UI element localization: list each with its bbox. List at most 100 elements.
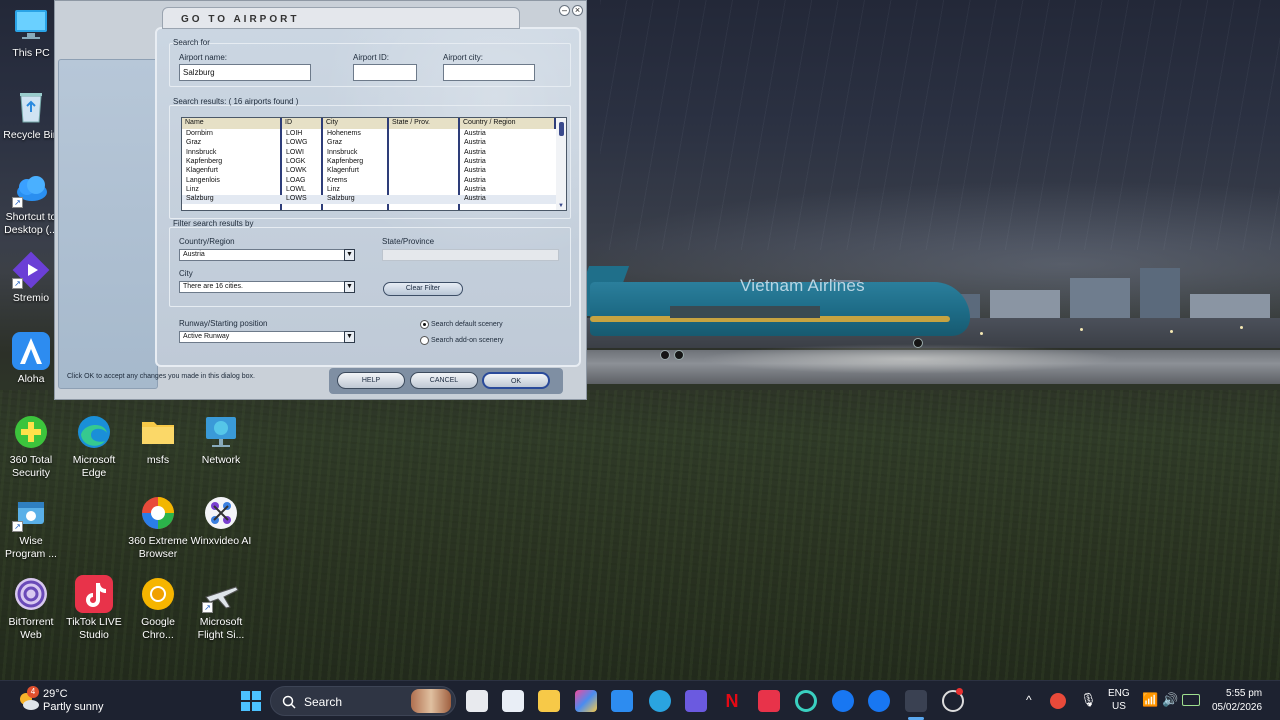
dialog-titlebar[interactable]: GO TO AIRPORT xyxy=(162,7,520,29)
battery-icon[interactable] xyxy=(1182,694,1200,706)
file-explorer-icon[interactable] xyxy=(538,690,560,712)
desktop-icon-microsoft-flight-simulator[interactable]: ↗ Microsoft Flight Si... xyxy=(189,575,253,642)
flight-sim-taskbar-icon[interactable] xyxy=(905,690,927,712)
folder-icon xyxy=(139,413,177,451)
tray-app-icon[interactable] xyxy=(1050,693,1066,709)
language-line1[interactable]: ENG xyxy=(1108,688,1130,699)
table-row[interactable]: Innsbruck LOWI Innsbruck Austria xyxy=(182,149,556,158)
shield-plus-icon xyxy=(12,413,50,451)
runway-select[interactable]: Active Runway ▼ xyxy=(179,331,355,343)
search-results-label: Search results: ( 16 airports found ) xyxy=(173,97,299,106)
clock-time[interactable]: 5:55 pm xyxy=(1226,688,1262,699)
table-cell: Salzburg xyxy=(327,195,355,203)
desktop-icon-tiktok-live-studio[interactable]: TikTok LIVE Studio xyxy=(62,575,126,642)
column-header-city[interactable]: City xyxy=(323,118,389,129)
desktop-icon-label: BitTorrent Web xyxy=(8,616,54,641)
table-row[interactable]: Graz LOWG Graz Austria xyxy=(182,139,556,148)
table-cell: Graz xyxy=(327,139,343,147)
column-header-id[interactable]: ID xyxy=(282,118,323,129)
aloha-taskbar-icon[interactable] xyxy=(611,690,633,712)
table-row[interactable]: Langenlois LOAG Krems Austria xyxy=(182,177,556,186)
volume-icon[interactable]: 🔊 xyxy=(1162,692,1178,708)
airport-name-label: Airport name: xyxy=(179,53,228,62)
skype-icon[interactable] xyxy=(649,690,671,712)
addon-scenery-radio[interactable] xyxy=(420,336,429,345)
chrome-icon xyxy=(139,575,177,613)
chevron-down-icon[interactable]: ▼ xyxy=(344,331,355,343)
chevron-down-icon[interactable]: ▼ xyxy=(344,249,355,261)
table-cell: LOWG xyxy=(286,139,308,147)
help-button[interactable]: HELP xyxy=(337,372,405,389)
desktop-icon-label: Microsoft Edge xyxy=(72,454,116,479)
network-icon xyxy=(202,413,240,451)
cloud-icon: ↗ xyxy=(12,170,50,208)
column-header-state[interactable]: State / Prov. xyxy=(389,118,460,129)
weather-badge: 4 xyxy=(27,686,39,698)
task-view-icon[interactable] xyxy=(466,690,488,712)
desktop-icon-label: TikTok LIVE Studio xyxy=(66,616,122,641)
language-line2[interactable]: US xyxy=(1112,701,1126,712)
scroll-down-icon[interactable]: ▼ xyxy=(558,203,564,209)
weather-desc[interactable]: Partly sunny xyxy=(43,701,104,713)
filter-label: Filter search results by xyxy=(173,219,254,228)
wifi-icon[interactable]: 📶 xyxy=(1142,692,1158,708)
table-row[interactable]: Linz LOWL Linz Austria xyxy=(182,186,556,195)
desktop-icon-msfs-folder[interactable]: msfs xyxy=(126,413,190,467)
airport-results-list[interactable]: Name ID City State / Prov. Country / Reg… xyxy=(181,117,567,211)
tiktok-taskbar-icon[interactable] xyxy=(758,690,780,712)
airport-name-input[interactable]: Salzburg xyxy=(179,64,311,81)
weather-temp[interactable]: 29°C xyxy=(43,688,68,700)
facebook-icon[interactable] xyxy=(868,690,890,712)
desktop-icon-network[interactable]: Network xyxy=(189,413,253,467)
chevron-up-icon[interactable]: ^ xyxy=(1026,693,1032,707)
desktop-icon-360-extreme-browser[interactable]: 360 Extreme Browser xyxy=(126,494,190,561)
city-filter-select[interactable]: There are 16 cities. ▼ xyxy=(179,281,355,293)
airport-city-input[interactable] xyxy=(443,64,535,81)
table-cell: LOAG xyxy=(286,176,306,184)
airport-id-input[interactable] xyxy=(353,64,417,81)
column-header-name[interactable]: Name xyxy=(182,118,282,129)
default-scenery-radio[interactable] xyxy=(420,320,429,329)
clock-date[interactable]: 05/02/2026 xyxy=(1212,702,1262,713)
airport-city-label: Airport city: xyxy=(443,53,484,62)
ok-button[interactable]: OK xyxy=(482,372,550,389)
desktop-icon-google-chrome[interactable]: Google Chro... xyxy=(126,575,190,642)
results-scrollbar[interactable]: ▼ xyxy=(556,118,566,210)
store-icon[interactable] xyxy=(502,690,524,712)
close-icon[interactable]: × xyxy=(572,5,583,16)
table-row[interactable]: Kapfenberg LOGK Kapfenberg Austria xyxy=(182,158,556,167)
landing-gear xyxy=(913,338,923,348)
netflix-icon[interactable]: N xyxy=(721,690,743,712)
minimize-icon[interactable]: – xyxy=(559,5,570,16)
desktop-icon-label: Microsoft Flight Si... xyxy=(197,616,245,641)
scrollbar-thumb[interactable] xyxy=(559,122,564,136)
dialog-status-text: Click OK to accept any changes you made … xyxy=(67,373,255,380)
table-row[interactable]: Salzburg LOWS Salzburg Austria xyxy=(182,195,556,205)
table-cell: Kapfenberg xyxy=(186,157,223,165)
desktop-icon-wise-program[interactable]: ↗ Wise Program ... xyxy=(0,494,63,561)
desktop-icon-microsoft-edge[interactable]: Microsoft Edge xyxy=(62,413,126,480)
table-row[interactable]: Dornbirn LOIH Hohenems Austria xyxy=(182,130,556,139)
facebook-icon[interactable] xyxy=(832,690,854,712)
start-icon[interactable] xyxy=(240,690,262,712)
aloha-icon xyxy=(12,332,50,370)
column-header-country[interactable]: Country / Region xyxy=(460,118,556,129)
microphone-icon[interactable]: 🎙 xyxy=(1080,692,1097,708)
table-row[interactable]: Klagenfurt LOWK Klagenfurt Austria xyxy=(182,167,556,176)
desktop-icon-label: Google Chro... xyxy=(141,616,175,641)
country-region-select[interactable]: Austria ▼ xyxy=(179,249,355,261)
runway-label: Runway/Starting position xyxy=(179,319,268,328)
chevron-down-icon[interactable]: ▼ xyxy=(344,281,355,293)
desktop-icon-bittorrent-web[interactable]: BitTorrent Web xyxy=(0,575,63,642)
desktop-icon-360-total-security[interactable]: 360 Total Security xyxy=(0,413,63,480)
desktop-icon-winxvideo-ai[interactable]: Winxvideo AI xyxy=(189,494,253,548)
desktop-icon-label: Wise Program ... xyxy=(5,535,57,560)
desktop-icon-label: msfs xyxy=(146,454,170,466)
capcut-icon[interactable] xyxy=(795,690,817,712)
taskbar-search[interactable]: Search xyxy=(270,686,456,716)
clear-filter-button[interactable]: Clear Filter xyxy=(383,282,463,296)
plane-wing xyxy=(670,306,820,318)
teams-icon[interactable] xyxy=(685,690,707,712)
copilot-icon[interactable] xyxy=(575,690,597,712)
cancel-button[interactable]: CANCEL xyxy=(410,372,478,389)
